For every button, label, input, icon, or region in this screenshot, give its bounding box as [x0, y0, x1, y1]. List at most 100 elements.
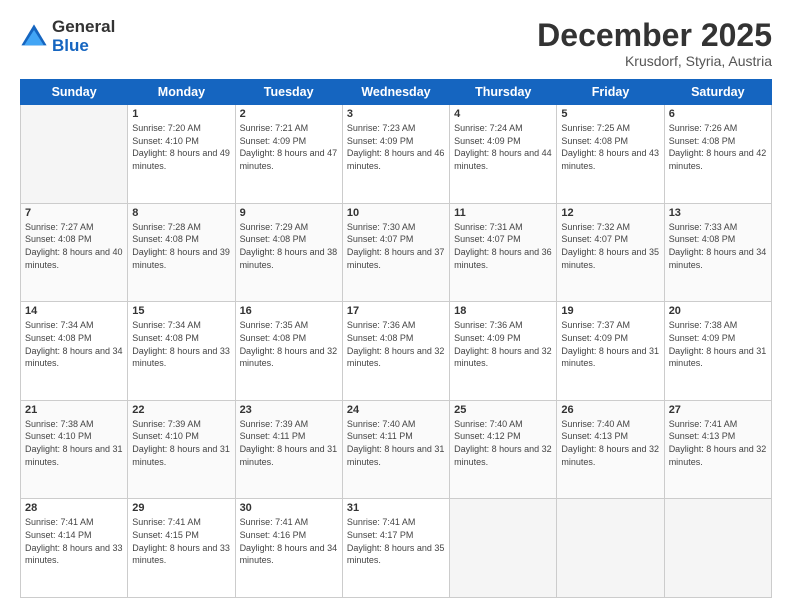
- header: General Blue December 2025 Krusdorf, Sty…: [20, 18, 772, 69]
- day-number: 21: [25, 404, 123, 416]
- day-info: Sunrise: 7:33 AMSunset: 4:08 PMDaylight:…: [669, 221, 767, 271]
- calendar-cell: 23Sunrise: 7:39 AMSunset: 4:11 PMDayligh…: [235, 400, 342, 499]
- weekday-header-saturday: Saturday: [664, 80, 771, 105]
- day-info: Sunrise: 7:41 AMSunset: 4:17 PMDaylight:…: [347, 516, 445, 566]
- day-info: Sunrise: 7:20 AMSunset: 4:10 PMDaylight:…: [132, 122, 230, 172]
- day-number: 2: [240, 108, 338, 120]
- calendar-cell: 20 Sunrise: 7:38 AMSunset: 4:09 PMDayligh…: [664, 302, 771, 401]
- calendar-cell: 10 Sunrise: 7:30 AMSunset: 4:07 PMDayligh…: [342, 203, 449, 302]
- day-info: Sunrise: 7:31 AMSunset: 4:07 PMDaylight:…: [454, 221, 552, 271]
- calendar-cell: 11 Sunrise: 7:31 AMSunset: 4:07 PMDayligh…: [450, 203, 557, 302]
- day-info: Sunrise: 7:41 AMSunset: 4:13 PMDaylight:…: [669, 418, 767, 468]
- day-number: 17: [347, 305, 445, 317]
- calendar-cell: 4Sunrise: 7:24 AMSunset: 4:09 PMDaylight…: [450, 105, 557, 204]
- day-info: Sunrise: 7:25 AMSunset: 4:08 PMDaylight:…: [561, 122, 659, 172]
- calendar-cell: 3 Sunrise: 7:23 AMSunset: 4:09 PMDaylight…: [342, 105, 449, 204]
- day-number: 19: [561, 305, 659, 317]
- page: General Blue December 2025 Krusdorf, Sty…: [0, 0, 792, 612]
- day-info: Sunrise: 7:29 AMSunset: 4:08 PMDaylight:…: [240, 221, 338, 271]
- calendar-cell: 22 Sunrise: 7:39 AMSunset: 4:10 PMDayligh…: [128, 400, 235, 499]
- calendar-cell: 21Sunrise: 7:38 AMSunset: 4:10 PMDayligh…: [21, 400, 128, 499]
- logo-general: General: [52, 18, 115, 37]
- day-number: 13: [669, 207, 767, 219]
- month-title: December 2025: [537, 18, 772, 53]
- day-info: Sunrise: 7:41 AMSunset: 4:15 PMDaylight:…: [132, 516, 230, 566]
- day-number: 12: [561, 207, 659, 219]
- day-info: Sunrise: 7:21 AMSunset: 4:09 PMDaylight:…: [240, 122, 338, 172]
- calendar-cell: [450, 499, 557, 598]
- weekday-header-thursday: Thursday: [450, 80, 557, 105]
- calendar-cell: 15 Sunrise: 7:34 AMSunset: 4:08 PMDayligh…: [128, 302, 235, 401]
- day-number: 11: [454, 207, 552, 219]
- day-info: Sunrise: 7:36 AMSunset: 4:08 PMDaylight:…: [347, 319, 445, 369]
- calendar-week-5: 28Sunrise: 7:41 AMSunset: 4:14 PMDayligh…: [21, 499, 772, 598]
- calendar-cell: 30 Sunrise: 7:41 AMSunset: 4:16 PMDayligh…: [235, 499, 342, 598]
- calendar-week-2: 7 Sunrise: 7:27 AMSunset: 4:08 PMDaylight…: [21, 203, 772, 302]
- day-info: Sunrise: 7:34 AMSunset: 4:08 PMDaylight:…: [25, 319, 123, 369]
- day-info: Sunrise: 7:40 AMSunset: 4:11 PMDaylight:…: [347, 418, 445, 468]
- calendar-table: SundayMondayTuesdayWednesdayThursdayFrid…: [20, 79, 772, 598]
- day-number: 8: [132, 207, 230, 219]
- weekday-header-sunday: Sunday: [21, 80, 128, 105]
- day-number: 20: [669, 305, 767, 317]
- weekday-header-wednesday: Wednesday: [342, 80, 449, 105]
- calendar-cell: 9 Sunrise: 7:29 AMSunset: 4:08 PMDaylight…: [235, 203, 342, 302]
- calendar-cell: 28Sunrise: 7:41 AMSunset: 4:14 PMDayligh…: [21, 499, 128, 598]
- logo: General Blue: [20, 18, 115, 55]
- day-info: Sunrise: 7:37 AMSunset: 4:09 PMDaylight:…: [561, 319, 659, 369]
- weekday-header-monday: Monday: [128, 80, 235, 105]
- title-section: December 2025 Krusdorf, Styria, Austria: [537, 18, 772, 69]
- calendar-cell: [664, 499, 771, 598]
- calendar-cell: 13 Sunrise: 7:33 AMSunset: 4:08 PMDayligh…: [664, 203, 771, 302]
- calendar-cell: 14 Sunrise: 7:34 AMSunset: 4:08 PMDayligh…: [21, 302, 128, 401]
- logo-blue: Blue: [52, 37, 115, 56]
- day-number: 15: [132, 305, 230, 317]
- day-number: 30: [240, 502, 338, 514]
- day-number: 18: [454, 305, 552, 317]
- calendar-cell: 29 Sunrise: 7:41 AMSunset: 4:15 PMDayligh…: [128, 499, 235, 598]
- calendar-week-4: 21Sunrise: 7:38 AMSunset: 4:10 PMDayligh…: [21, 400, 772, 499]
- day-number: 14: [25, 305, 123, 317]
- weekday-header-row: SundayMondayTuesdayWednesdayThursdayFrid…: [21, 80, 772, 105]
- weekday-header-friday: Friday: [557, 80, 664, 105]
- calendar-cell: 6Sunrise: 7:26 AMSunset: 4:08 PMDaylight…: [664, 105, 771, 204]
- day-info: Sunrise: 7:36 AMSunset: 4:09 PMDaylight:…: [454, 319, 552, 369]
- day-number: 27: [669, 404, 767, 416]
- calendar-cell: 7 Sunrise: 7:27 AMSunset: 4:08 PMDaylight…: [21, 203, 128, 302]
- day-info: Sunrise: 7:34 AMSunset: 4:08 PMDaylight:…: [132, 319, 230, 369]
- day-number: 24: [347, 404, 445, 416]
- day-number: 23: [240, 404, 338, 416]
- calendar-week-3: 14 Sunrise: 7:34 AMSunset: 4:08 PMDayligh…: [21, 302, 772, 401]
- day-number: 28: [25, 502, 123, 514]
- calendar-cell: 19 Sunrise: 7:37 AMSunset: 4:09 PMDayligh…: [557, 302, 664, 401]
- day-number: 29: [132, 502, 230, 514]
- calendar-cell: [557, 499, 664, 598]
- day-info: Sunrise: 7:41 AMSunset: 4:16 PMDaylight:…: [240, 516, 338, 566]
- day-number: 7: [25, 207, 123, 219]
- day-number: 9: [240, 207, 338, 219]
- day-info: Sunrise: 7:28 AMSunset: 4:08 PMDaylight:…: [132, 221, 230, 271]
- day-number: 5: [561, 108, 659, 120]
- calendar-cell: 31 Sunrise: 7:41 AMSunset: 4:17 PMDayligh…: [342, 499, 449, 598]
- day-number: 10: [347, 207, 445, 219]
- day-info: Sunrise: 7:30 AMSunset: 4:07 PMDaylight:…: [347, 221, 445, 271]
- day-info: Sunrise: 7:38 AMSunset: 4:09 PMDaylight:…: [669, 319, 767, 369]
- day-number: 4: [454, 108, 552, 120]
- day-number: 3: [347, 108, 445, 120]
- day-number: 25: [454, 404, 552, 416]
- day-number: 16: [240, 305, 338, 317]
- calendar-cell: 24 Sunrise: 7:40 AMSunset: 4:11 PMDayligh…: [342, 400, 449, 499]
- day-info: Sunrise: 7:39 AMSunset: 4:10 PMDaylight:…: [132, 418, 230, 468]
- calendar-cell: 5 Sunrise: 7:25 AMSunset: 4:08 PMDaylight…: [557, 105, 664, 204]
- day-info: Sunrise: 7:40 AMSunset: 4:13 PMDaylight:…: [561, 418, 659, 468]
- calendar-cell: 25 Sunrise: 7:40 AMSunset: 4:12 PMDayligh…: [450, 400, 557, 499]
- day-info: Sunrise: 7:27 AMSunset: 4:08 PMDaylight:…: [25, 221, 123, 271]
- calendar-cell: 27 Sunrise: 7:41 AMSunset: 4:13 PMDayligh…: [664, 400, 771, 499]
- location-subtitle: Krusdorf, Styria, Austria: [537, 53, 772, 69]
- logo-icon: [20, 23, 48, 51]
- day-info: Sunrise: 7:40 AMSunset: 4:12 PMDaylight:…: [454, 418, 552, 468]
- day-info: Sunrise: 7:23 AMSunset: 4:09 PMDaylight:…: [347, 122, 445, 172]
- day-number: 31: [347, 502, 445, 514]
- day-number: 22: [132, 404, 230, 416]
- day-info: Sunrise: 7:35 AMSunset: 4:08 PMDaylight:…: [240, 319, 338, 369]
